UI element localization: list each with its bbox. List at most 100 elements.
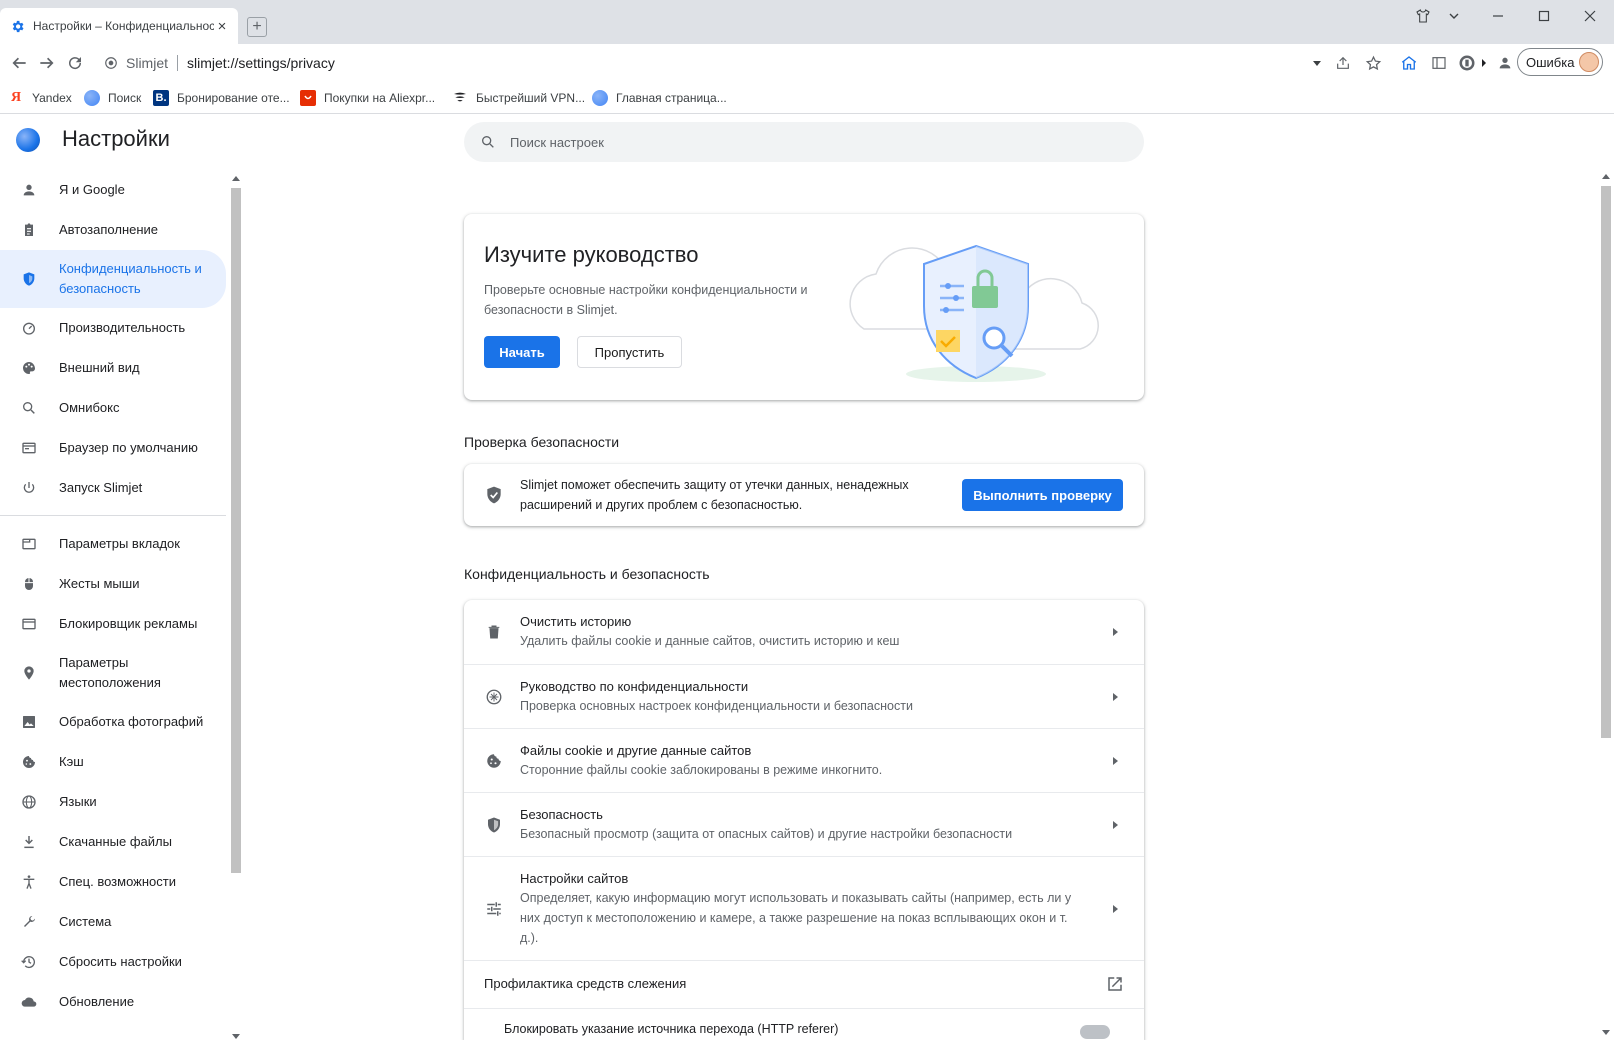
window-close-icon[interactable] — [1580, 6, 1600, 26]
row-cookies[interactable]: Файлы cookie и другие данные сайтов Стор… — [464, 728, 1144, 792]
adblock-shield-icon[interactable] — [1456, 52, 1478, 74]
new-tab-button[interactable]: + — [247, 17, 267, 37]
sidebar-item-photo[interactable]: Обработка фотографий — [0, 702, 226, 742]
download-icon — [20, 833, 38, 851]
chevron-right-icon — [1113, 693, 1118, 701]
bookmark-search[interactable]: Поиск — [84, 90, 141, 106]
profile-error-chip[interactable]: Ошибка — [1517, 48, 1603, 76]
bookmark-yandex[interactable]: Я Yandex — [8, 90, 72, 106]
omnibox[interactable]: Slimjet slimjet://settings/privacy — [104, 53, 335, 73]
row-block-referer[interactable]: Блокировать указание источника перехода … — [464, 1008, 1144, 1040]
sidebar-item-label: Скачанные файлы — [59, 834, 172, 849]
row-title: Очистить историю — [520, 614, 632, 629]
sidebar-item-performance[interactable]: Производительность — [0, 308, 226, 348]
minimize-icon[interactable] — [1488, 6, 1508, 26]
forward-icon[interactable] — [36, 52, 58, 74]
close-icon[interactable]: × — [214, 18, 230, 35]
bookmark-booking[interactable]: B. Бронирование оте... — [153, 90, 290, 106]
aliexpress-icon — [300, 90, 316, 106]
sidebar-item-adblock[interactable]: Блокировщик рекламы — [0, 604, 226, 644]
sidebar-item-mouse-gestures[interactable]: Жесты мыши — [0, 564, 226, 604]
sidebar-item-omnibox[interactable]: Омнибокс — [0, 388, 226, 428]
guide-title: Изучите руководство — [484, 242, 699, 267]
bookmark-aliexpress[interactable]: Покупки на Aliexpr... — [300, 90, 435, 106]
settings-search[interactable] — [464, 122, 1144, 162]
sidebar-item-label: Омнибокс — [59, 400, 120, 415]
sidebar-item-location[interactable]: Параметры местоположения — [0, 644, 226, 702]
sidebar-item-privacy[interactable]: Конфиденциальность и безопасность — [0, 250, 226, 308]
row-title: Безопасность — [520, 807, 603, 822]
row-security[interactable]: Безопасность Безопасный просмотр (защита… — [464, 792, 1144, 856]
sidebar-item-accessibility[interactable]: Спец. возможности — [0, 862, 226, 902]
search-icon — [482, 136, 494, 148]
run-safety-check-button[interactable]: Выполнить проверку — [962, 479, 1123, 511]
shirt-icon[interactable] — [1412, 6, 1434, 26]
sidebar-item-cache[interactable]: Кэш — [0, 742, 226, 782]
scroll-up-arrow[interactable] — [232, 176, 240, 181]
sidebar-item-update[interactable]: Обновление — [0, 982, 226, 1022]
sidebar-item-startup[interactable]: Запуск Slimjet — [0, 468, 226, 508]
sidebar-scrollbar[interactable] — [230, 174, 242, 1040]
sidebar-panel-icon[interactable] — [1428, 52, 1450, 74]
sidebar-item-label: Производительность — [59, 320, 186, 335]
chevron-right-icon — [1113, 821, 1118, 829]
sidebar-item-tab-settings[interactable]: Параметры вкладок — [0, 524, 226, 564]
chevron-right-icon — [1113, 628, 1118, 636]
row-tracking-prevention[interactable]: Профилактика средств слежения — [464, 960, 1144, 1008]
sidebar-item-you-and-google[interactable]: Я и Google — [0, 170, 226, 210]
referer-toggle[interactable] — [1080, 1025, 1110, 1039]
row-title: Блокировать указание источника перехода … — [504, 1022, 839, 1036]
share-icon[interactable] — [1332, 52, 1354, 74]
sidebar-item-label: Параметры местоположения — [59, 655, 161, 690]
clipboard-icon — [20, 221, 38, 239]
title-bar: Настройки – Конфиденциальность × + — [0, 0, 1614, 44]
sidebar-item-label: Система — [59, 914, 112, 929]
home-icon[interactable] — [1398, 52, 1420, 74]
row-privacy-guide[interactable]: Руководство по конфиденциальности Провер… — [464, 664, 1144, 728]
expand-arrow-icon[interactable] — [1478, 52, 1490, 74]
sidebar-item-downloads[interactable]: Скачанные файлы — [0, 822, 226, 862]
url-text[interactable]: slimjet://settings/privacy — [187, 55, 335, 71]
scroll-up-arrow[interactable] — [1602, 174, 1610, 179]
scroll-down-arrow[interactable] — [1602, 1030, 1610, 1035]
sidebar-item-label: Автозаполнение — [59, 222, 159, 237]
chevron-down-icon[interactable] — [1444, 6, 1464, 26]
site-name: Slimjet — [126, 55, 169, 71]
bookmark-vpn[interactable]: Быстрейший VPN... — [452, 90, 585, 106]
search-input[interactable] — [510, 134, 1070, 150]
row-title: Файлы cookie и другие данные сайтов — [520, 743, 752, 758]
cloud-icon — [20, 993, 38, 1011]
site-info-icon[interactable] — [104, 56, 118, 70]
scroll-down-arrow[interactable] — [232, 1034, 240, 1039]
sidebar-item-autofill[interactable]: Автозаполнение — [0, 210, 226, 250]
bookmark-homepage[interactable]: Главная страница... — [592, 90, 727, 106]
back-icon[interactable] — [8, 52, 30, 74]
sidebar-item-reset[interactable]: Сбросить настройки — [0, 942, 226, 982]
sidebar-item-appearance[interactable]: Внешний вид — [0, 348, 226, 388]
page-title: Настройки — [62, 126, 170, 151]
history-icon — [20, 953, 38, 971]
row-clear-history[interactable]: Очистить историю Удалить файлы cookie и … — [464, 600, 1144, 664]
sidebar-item-system[interactable]: Система — [0, 902, 226, 942]
skip-button[interactable]: Пропустить — [577, 336, 682, 368]
maximize-icon[interactable] — [1534, 6, 1554, 26]
external-link-icon[interactable] — [1106, 975, 1124, 996]
safety-check-description: Slimjet поможет обеспечить защиту от уте… — [520, 478, 909, 512]
omnibox-separator — [177, 55, 179, 71]
sidebar-item-languages[interactable]: Языки — [0, 782, 226, 822]
sidebar-scroll-thumb[interactable] — [231, 188, 241, 873]
star-icon[interactable] — [1362, 52, 1384, 74]
profile-icon[interactable] — [1494, 52, 1516, 74]
reload-icon[interactable] — [64, 52, 86, 74]
sidebar-item-default-browser[interactable]: Браузер по умолчанию — [0, 428, 226, 468]
toolbar: Slimjet slimjet://settings/privacy — [0, 44, 1614, 82]
tab-settings[interactable]: Настройки – Конфиденциальность × — [0, 8, 238, 44]
row-site-settings[interactable]: Настройки сайтов Определяет, какую инфор… — [464, 856, 1144, 960]
start-button[interactable]: Начать — [484, 336, 560, 368]
main-scrollbar[interactable] — [1598, 170, 1614, 1040]
main-scroll-thumb[interactable] — [1601, 186, 1611, 738]
row-subtitle: Удалить файлы cookie и данные сайтов, оч… — [520, 634, 900, 648]
cookie-icon — [484, 751, 504, 771]
yandex-icon: Я — [10, 90, 22, 105]
dropdown-arrow-icon[interactable] — [1310, 52, 1324, 74]
